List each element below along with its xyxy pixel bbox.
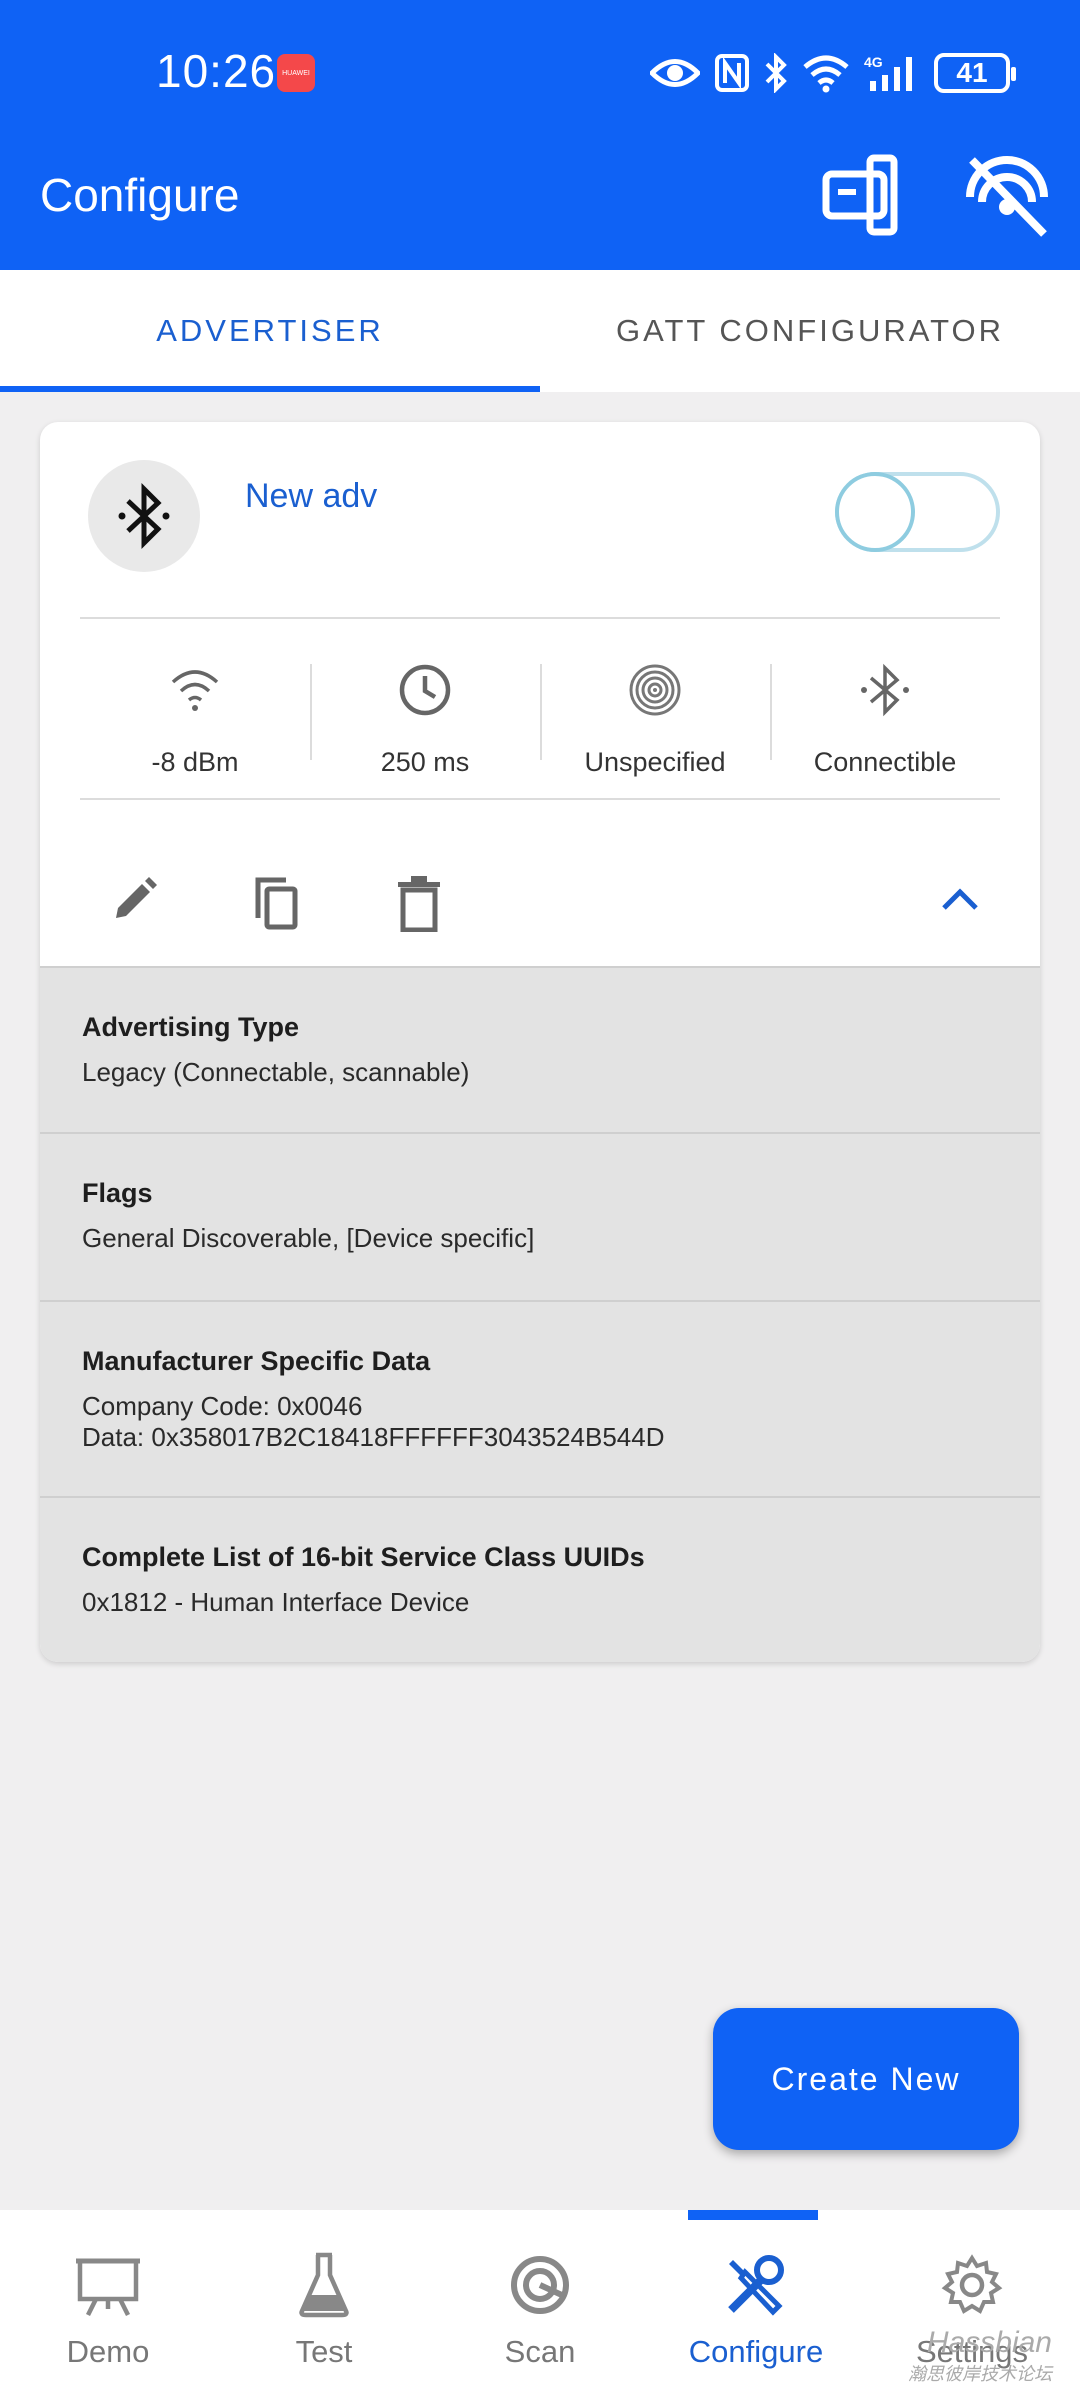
flask-icon (299, 2252, 349, 2318)
detail-value: Company Code: 0x0046 (82, 1391, 363, 1421)
advertiser-card: New adv -8 dBm 250 ms Unspecified Connec… (40, 422, 1040, 1662)
stat-value: -8 dBm (151, 747, 239, 777)
nav-item-demo[interactable]: Demo (0, 2210, 216, 2400)
tab-bar: ADVERTISER GATT CONFIGURATOR (0, 270, 1080, 392)
watermark: Hassbian 瀚思彼岸技术论坛 (908, 2326, 1052, 2386)
detail-flags[interactable]: Flags General Discoverable, [Device spec… (40, 1132, 1040, 1300)
nav-label: Configure (688, 2334, 824, 2369)
stat-value: 250 ms (380, 747, 470, 777)
stat-interval: 250 ms (310, 654, 540, 792)
bluetooth-icon (861, 663, 909, 717)
toggle-knob (835, 472, 915, 552)
wifi-signal-icon (171, 670, 219, 711)
bluetooth-avatar (88, 460, 200, 572)
cellular-signal-icon: 4G (864, 54, 912, 91)
detail-manufacturer-data[interactable]: Manufacturer Specific Data Company Code:… (40, 1300, 1040, 1496)
gear-icon (941, 2254, 1003, 2314)
detail-title: Flags (82, 1178, 153, 1208)
nfc-icon (715, 54, 749, 92)
bluetooth-status-icon (765, 53, 787, 93)
nav-label: Test (295, 2334, 353, 2369)
delete-icon[interactable] (394, 874, 444, 932)
detail-title: Advertising Type (82, 1012, 300, 1042)
eye-icon (650, 59, 700, 87)
notification-app-icon: HUAWEI (277, 54, 315, 92)
stat-appearance: Unspecified (540, 654, 770, 792)
detail-value: General Discoverable, [Device specific] (82, 1223, 535, 1253)
divider (80, 798, 1000, 800)
detail-title: Manufacturer Specific Data (82, 1346, 431, 1376)
status-time: 10:26 (156, 45, 277, 97)
detail-service-uuids[interactable]: Complete List of 16-bit Service Class UU… (40, 1496, 1040, 1662)
advertiser-details: Advertising Type Legacy (Connectable, sc… (40, 966, 1040, 1662)
stat-value: Unspecified (584, 747, 726, 777)
status-icons: 4G 41 (650, 48, 1016, 98)
nav-item-scan[interactable]: Scan (432, 2210, 648, 2400)
watermark-line2: 瀚思彼岸技术论坛 (908, 2364, 1052, 2384)
tools-icon (728, 2255, 784, 2316)
watermark-line1: Hassbian (926, 2326, 1052, 2359)
stat-tx-power: -8 dBm (80, 654, 310, 792)
app-header: 10:26 HUAWEI 4G 41 Configure (0, 0, 1080, 270)
fingerprint-icon (629, 664, 681, 716)
create-new-button[interactable]: Create New (713, 2008, 1019, 2150)
divider (80, 617, 1000, 619)
detail-title: Complete List of 16-bit Service Class UU… (82, 1542, 645, 1572)
nav-label: Demo (66, 2334, 150, 2369)
tab-gatt-configurator[interactable]: GATT CONFIGURATOR (540, 270, 1080, 392)
nav-item-configure[interactable]: Configure (648, 2210, 864, 2400)
detail-advertising-type[interactable]: Advertising Type Legacy (Connectable, sc… (40, 966, 1040, 1132)
detail-value: Legacy (Connectable, scannable) (82, 1057, 470, 1087)
bluetooth-icon (118, 482, 170, 550)
advertiser-name[interactable]: New adv (245, 477, 377, 516)
detail-value: 0x1812 - Human Interface Device (82, 1587, 470, 1617)
nav-item-test[interactable]: Test (216, 2210, 432, 2400)
detail-value: Data: 0x358017B2C18418FFFFFF3043524B544D (82, 1422, 665, 1452)
scan-target-icon (511, 2256, 569, 2314)
chevron-up-icon[interactable] (940, 884, 980, 914)
device-icon[interactable] (820, 152, 906, 238)
presentation-icon (76, 2258, 140, 2317)
advertiser-stats: -8 dBm 250 ms Unspecified Connectible (80, 654, 1000, 792)
stat-connectable: Connectible (770, 654, 1000, 792)
tab-advertiser[interactable]: ADVERTISER (0, 270, 540, 392)
advertiser-actions (40, 822, 1040, 988)
svg-text:4G: 4G (864, 54, 883, 70)
wifi-status-icon (803, 55, 849, 93)
broadcast-off-icon[interactable] (962, 152, 1052, 242)
nav-label: Scan (504, 2334, 576, 2369)
copy-icon[interactable] (250, 874, 304, 932)
battery-indicator: 41 (934, 53, 1016, 93)
clock-icon (399, 664, 451, 716)
advertiser-toggle[interactable] (835, 472, 1000, 552)
edit-pencil-icon[interactable] (108, 874, 160, 926)
page-title: Configure (40, 169, 240, 221)
stat-value: Connectible (813, 747, 957, 777)
